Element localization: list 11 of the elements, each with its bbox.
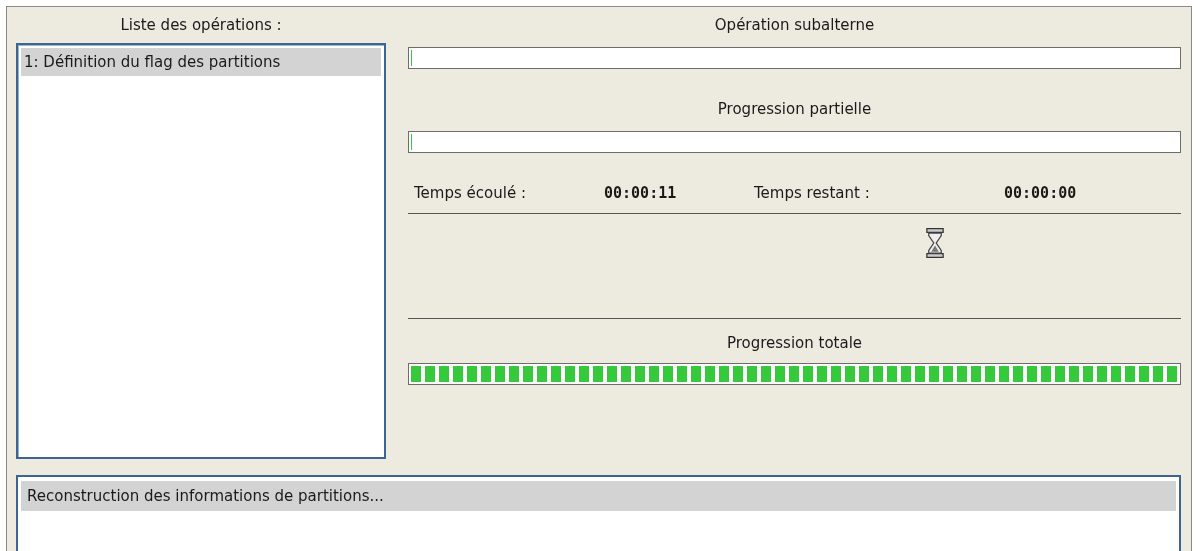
operation-item[interactable]: 1: Définition du flag des partitions — [21, 48, 381, 76]
elapsed-label: Temps écoulé : — [414, 184, 527, 202]
elapsed-time: 00:00:11 — [604, 184, 678, 202]
log-item[interactable]: Reconstruction des informations de partitions... — [21, 481, 1176, 511]
list-title: Liste des opérations : — [119, 15, 283, 35]
sub-operation-label: Opération subalterne — [713, 15, 876, 35]
hourglass-icon — [925, 228, 944, 258]
total-progress-label: Progression totale — [725, 333, 864, 353]
remaining-label: Temps restant : — [754, 184, 871, 202]
partial-progress-label: Progression partielle — [716, 99, 873, 119]
remaining-time: 00:00:00 — [1004, 184, 1077, 202]
